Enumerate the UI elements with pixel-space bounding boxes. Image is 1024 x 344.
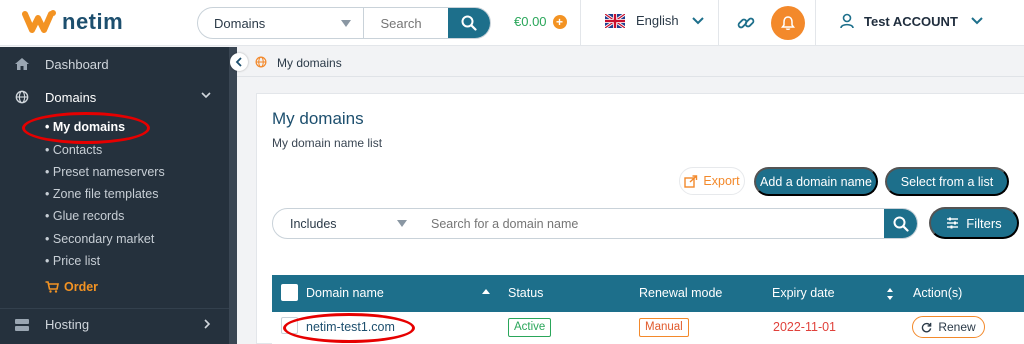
collapse-sidebar-button[interactable]: [230, 53, 248, 71]
column-header-domain[interactable]: Domain name: [306, 286, 384, 300]
add-funds-icon[interactable]: +: [552, 14, 567, 29]
sidebar-subitem-glue-records[interactable]: • Glue records: [45, 209, 124, 223]
filter-mode-select[interactable]: Includes: [273, 209, 415, 238]
chevron-down-icon: [691, 16, 704, 24]
balance-amount: €0.00: [514, 14, 547, 29]
sidebar-item-label: Domains: [45, 89, 97, 105]
language-label: English: [636, 13, 679, 28]
column-header-status[interactable]: Status: [508, 286, 543, 300]
sidebar-subitem-preset-nameservers[interactable]: • Preset nameservers: [45, 165, 165, 179]
sidebar-subitem-price-list[interactable]: • Price list: [45, 254, 100, 268]
filter-mode-value: Includes: [290, 216, 337, 231]
domain-search-bar: Includes: [272, 208, 918, 239]
refresh-icon: [922, 322, 932, 332]
order-label: Order: [64, 280, 99, 294]
renew-label: Renew: [938, 320, 976, 334]
chevron-right-icon: [204, 319, 211, 329]
link-button[interactable]: [735, 12, 757, 34]
globe-icon: [255, 56, 267, 68]
bell-icon: [781, 15, 795, 30]
caret-down-icon: [341, 20, 352, 27]
column-header-renewal[interactable]: Renewal mode: [639, 286, 722, 300]
filters-label: Filters: [966, 215, 1002, 231]
annotation-highlight: [22, 112, 150, 144]
divider: [815, 0, 816, 46]
sliders-icon: [947, 217, 959, 229]
user-icon: [840, 13, 854, 29]
breadcrumb: My domains: [237, 47, 1024, 77]
renew-button[interactable]: Renew: [912, 316, 985, 338]
sidebar-subitem-secondary-market[interactable]: • Secondary market: [45, 232, 154, 246]
add-domain-button[interactable]: Add a domain name: [754, 167, 878, 196]
divider: [237, 76, 1024, 77]
divider: [580, 0, 581, 46]
breadcrumb-current: My domains: [277, 56, 342, 70]
global-search: Domains: [197, 7, 491, 39]
renewal-mode-badge: Manual: [639, 318, 689, 337]
logo[interactable]: netim: [22, 8, 123, 36]
export-label: Export: [703, 174, 740, 188]
page-subtitle: My domain name list: [272, 136, 383, 150]
account-menu[interactable]: Test ACCOUNT: [840, 13, 984, 29]
annotation-highlight: [283, 313, 415, 343]
filters-button[interactable]: Filters: [929, 207, 1019, 239]
column-header-actions: Action(s): [913, 286, 963, 300]
search-icon: [461, 15, 477, 31]
home-icon: [15, 58, 29, 70]
uk-flag-icon: [605, 13, 625, 28]
notifications-button[interactable]: [771, 6, 805, 40]
sidebar: Dashboard Domains • My domains • Contact…: [0, 47, 229, 344]
sidebar-item-label: Hosting: [45, 317, 90, 332]
cart-icon: [45, 281, 59, 293]
column-header-expiry[interactable]: Expiry date: [772, 286, 835, 300]
search-scope-value: Domains: [214, 15, 266, 31]
netim-logo-icon: [22, 8, 58, 36]
link-icon: [737, 17, 755, 29]
sidebar-scrollbar[interactable]: [229, 47, 237, 344]
sidebar-item-domains[interactable]: Domains: [0, 81, 229, 113]
caret-down-icon: [397, 220, 407, 227]
sidebar-item-label: Dashboard: [45, 56, 109, 72]
search-icon: [893, 216, 909, 232]
server-icon: [15, 319, 29, 331]
chevron-down-icon: [971, 17, 983, 25]
expiry-date: 2022-11-01: [773, 320, 837, 334]
sidebar-item-dashboard[interactable]: Dashboard: [0, 48, 229, 80]
domain-search-input[interactable]: [415, 209, 884, 238]
global-search-button[interactable]: [448, 8, 490, 38]
top-bar: netim Domains €0.00 + English: [0, 0, 1024, 46]
sidebar-subitem-contacts[interactable]: • Contacts: [45, 143, 102, 157]
divider: [718, 0, 719, 46]
domain-search-button[interactable]: [884, 209, 917, 238]
sort-icon[interactable]: [886, 287, 894, 301]
brand-name: netim: [62, 9, 124, 34]
chevron-down-icon: [201, 92, 211, 99]
language-selector[interactable]: English: [605, 13, 705, 28]
page-title: My domains: [272, 109, 364, 128]
account-balance[interactable]: €0.00 +: [514, 14, 567, 29]
search-scope-select[interactable]: Domains: [198, 8, 365, 38]
select-all-checkbox[interactable]: [281, 284, 298, 301]
sidebar-order-link[interactable]: Order: [45, 280, 98, 294]
export-button[interactable]: Export: [679, 167, 745, 195]
chevron-left-icon: [235, 57, 242, 67]
sort-asc-icon[interactable]: [482, 289, 490, 294]
export-icon: [684, 174, 698, 188]
global-search-input[interactable]: [364, 8, 449, 38]
status-badge: Active: [508, 318, 552, 337]
table-header: Domain name Status Renewal mode Expiry d…: [272, 275, 1024, 312]
account-name: Test ACCOUNT: [864, 13, 958, 29]
sidebar-item-hosting[interactable]: Hosting: [0, 308, 229, 340]
globe-icon: [15, 90, 29, 104]
select-from-list-button[interactable]: Select from a list: [885, 167, 1009, 196]
sidebar-subitem-zone-file-templates[interactable]: • Zone file templates: [45, 187, 158, 201]
